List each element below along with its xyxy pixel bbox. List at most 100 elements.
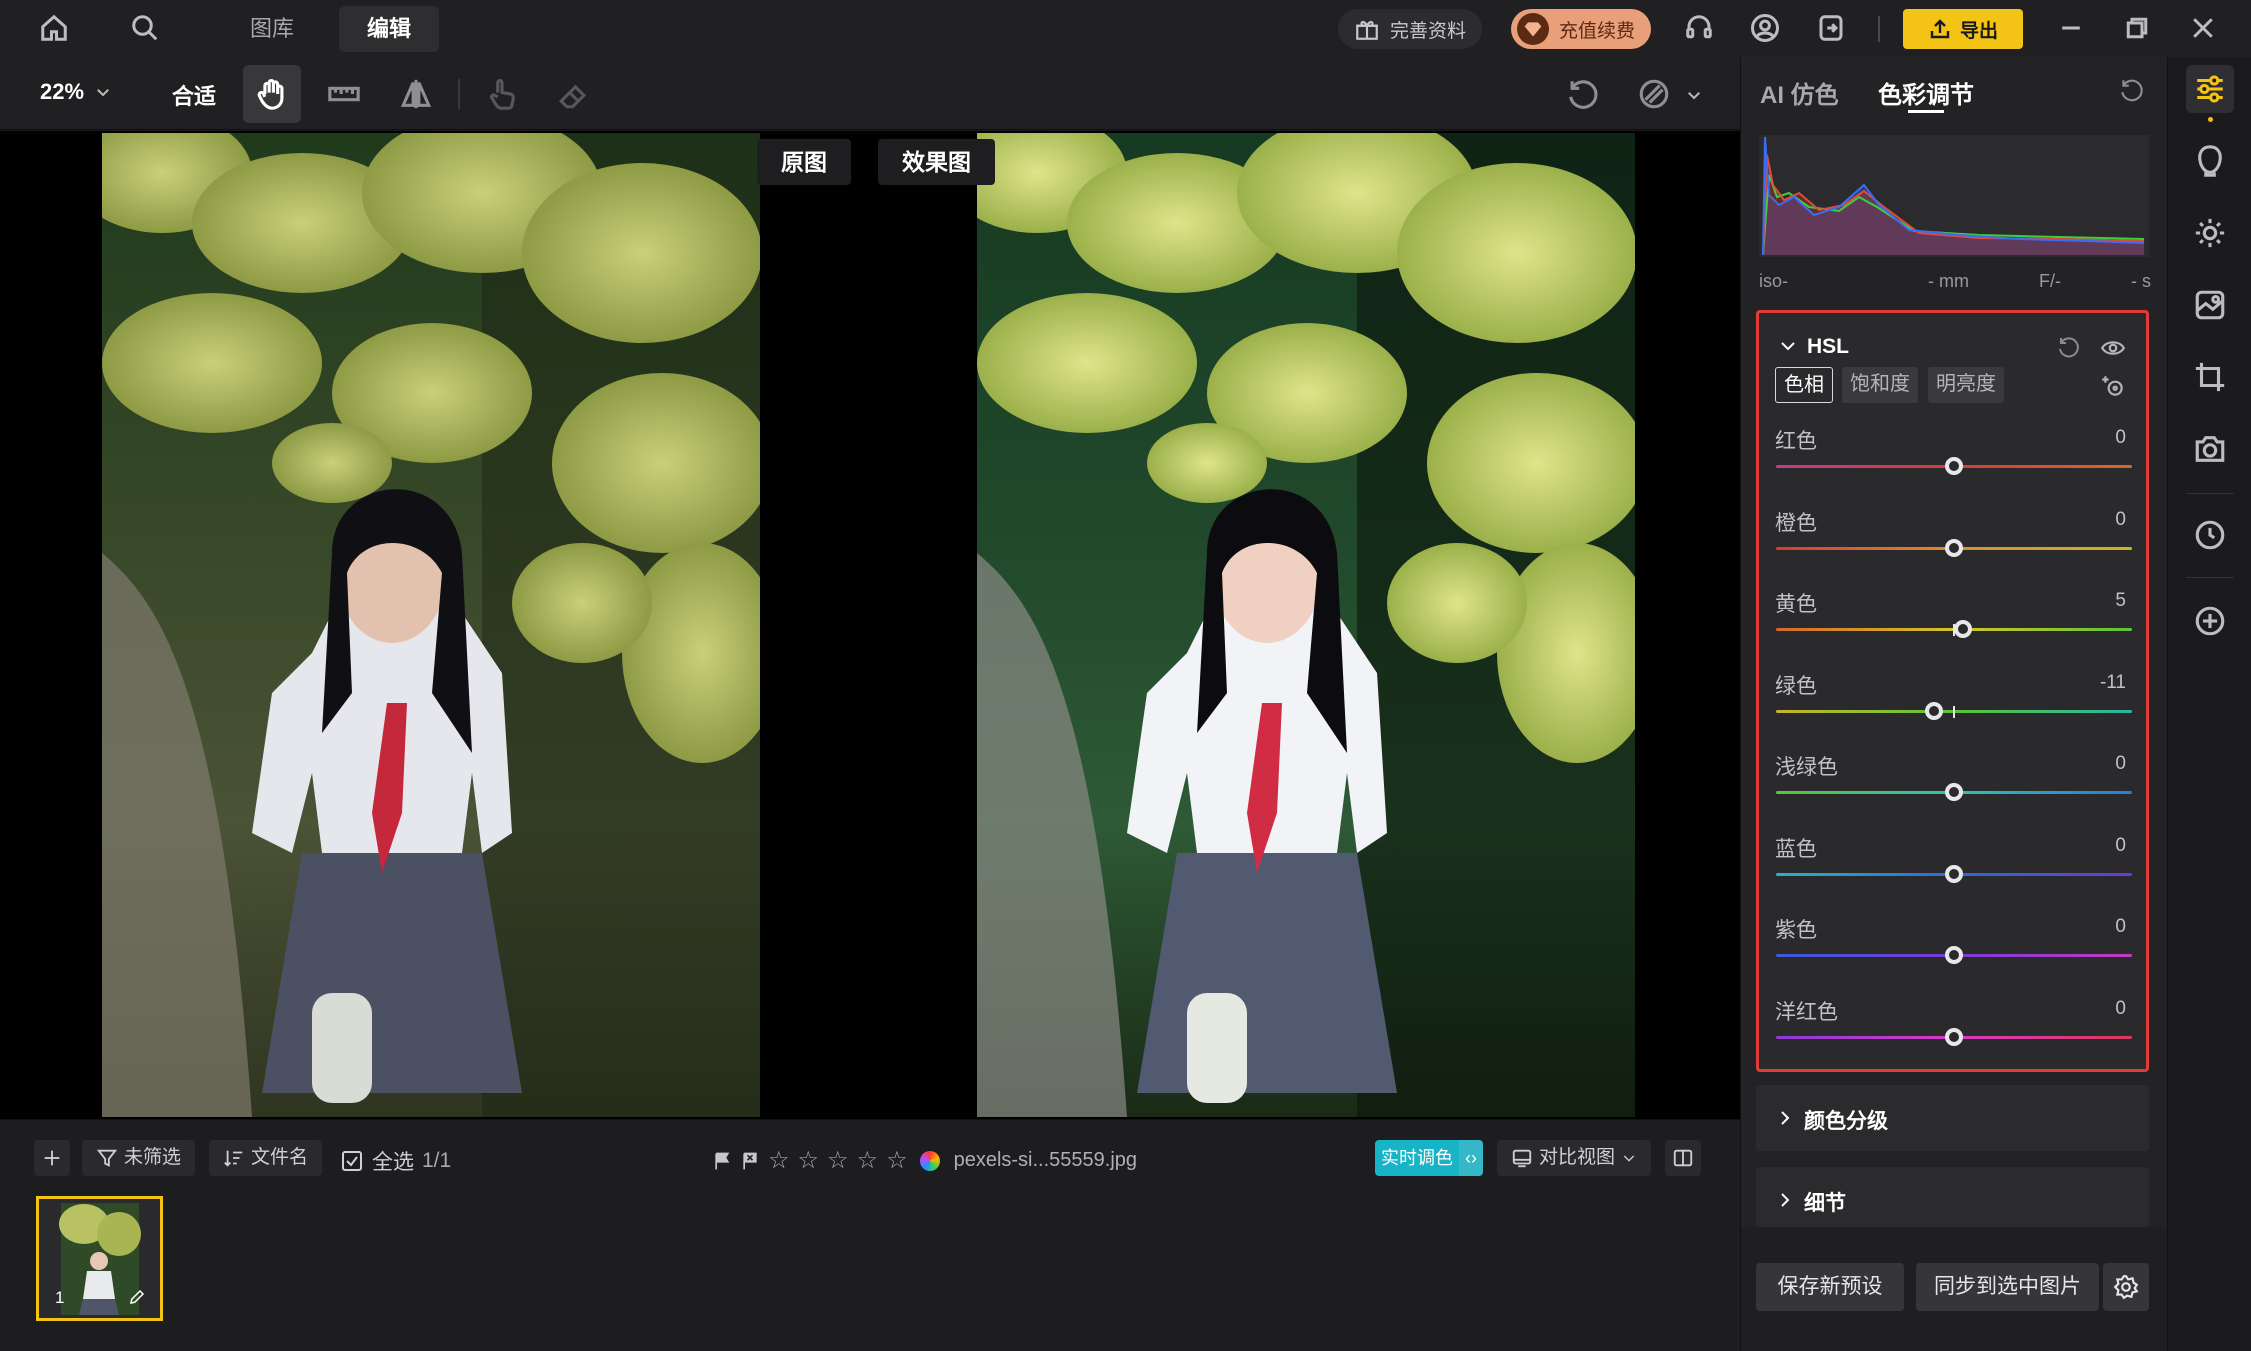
color-adjust-tool[interactable] [2186, 65, 2234, 113]
star-icon[interactable]: ☆ [857, 1146, 879, 1175]
star-icon[interactable]: ☆ [768, 1146, 790, 1175]
sort-button[interactable]: 文件名 [209, 1140, 323, 1176]
target-adjust-icon[interactable] [2100, 373, 2126, 405]
eraser-tool-button[interactable] [545, 65, 603, 123]
image-edit-icon [2195, 290, 2225, 320]
share-icon[interactable] [1813, 10, 1849, 46]
undo-button[interactable] [1553, 65, 1611, 123]
slider-value[interactable]: 0 [2115, 753, 2126, 775]
subtab-saturation[interactable]: 饱和度 [1842, 367, 1918, 403]
select-all-label: 全选 [372, 1151, 414, 1174]
face-icon [2198, 145, 2222, 177]
flag-icon[interactable] [712, 1150, 732, 1172]
star-icon[interactable]: ☆ [798, 1146, 820, 1175]
edit-pencil-icon [130, 1289, 145, 1304]
slider-thumb[interactable] [1945, 783, 1963, 801]
thumbnail[interactable]: 1 [36, 1196, 163, 1321]
slider-value[interactable]: 0 [2115, 916, 2126, 938]
hand-tool-button[interactable] [243, 65, 301, 123]
portrait-tool[interactable] [2186, 137, 2234, 185]
touch-tool-button[interactable] [473, 65, 531, 123]
tab-library[interactable]: 图库 [222, 6, 322, 52]
slider-label: 黄色 [1775, 593, 1817, 616]
settings-button[interactable] [2103, 1263, 2149, 1311]
slider-thumb[interactable] [1945, 457, 1963, 475]
profile-button[interactable]: 完善资料 [1338, 9, 1483, 49]
compare-view-select[interactable]: 对比视图 [1497, 1140, 1652, 1176]
add-button[interactable] [34, 1140, 70, 1176]
star-icon[interactable]: ☆ [827, 1146, 849, 1175]
split-view-button[interactable] [1665, 1140, 1701, 1176]
history-tool[interactable] [2186, 511, 2234, 559]
tab-ai-color[interactable]: AI 仿色 [1760, 75, 1839, 110]
light-tool[interactable] [2186, 209, 2234, 257]
local-adjust-tool[interactable] [2186, 281, 2234, 329]
upload-icon [1928, 17, 1952, 41]
divider [2186, 577, 2234, 578]
slider-thumb[interactable] [1945, 946, 1963, 964]
detail-section[interactable]: 细节 [1756, 1167, 2149, 1227]
filmstrip: 未筛选 文件名 全选 1/1 ☆ ☆ ☆ ☆ ☆ pexels-si...555… [0, 1119, 1740, 1351]
slider-value[interactable]: -11 [2100, 672, 2126, 694]
reset-icon[interactable] [2118, 77, 2144, 109]
slider-value[interactable]: 0 [2115, 998, 2126, 1020]
divider [1878, 16, 1880, 42]
crop-tool[interactable] [2186, 353, 2234, 401]
home-icon[interactable] [36, 10, 72, 46]
eye-icon[interactable] [2100, 335, 2126, 367]
slider-value[interactable]: 5 [2115, 590, 2126, 612]
hsl-reset-icon[interactable] [2056, 335, 2080, 365]
tab-edit[interactable]: 编辑 [339, 6, 440, 52]
plus-circle-icon [2195, 606, 2225, 636]
result-label: 效果图 [878, 139, 995, 185]
adjust-panel: AI 仿色 色彩调节 iso- - mm F/- - s HSL 色相 饱和度 [1740, 57, 2168, 1351]
add-tool[interactable] [2186, 597, 2234, 645]
search-icon[interactable] [127, 10, 163, 46]
select-all-checkbox[interactable]: 全选 1/1 [340, 1146, 451, 1176]
compare-label: 对比视图 [1539, 1147, 1616, 1168]
save-preset-button[interactable]: 保存新预设 [1756, 1263, 1904, 1311]
straighten-tool-button[interactable] [315, 65, 373, 123]
filter-button[interactable]: 未筛选 [82, 1140, 196, 1176]
tab-color-adjust[interactable]: 色彩调节 [1878, 75, 1974, 110]
slider-value[interactable]: 0 [2115, 509, 2126, 531]
slider-thumb[interactable] [1945, 864, 1963, 883]
close-icon[interactable] [2185, 10, 2221, 46]
headset-icon[interactable] [1681, 10, 1717, 46]
exif-iso: iso- [1759, 271, 1789, 291]
color-grading-section[interactable]: 颜色分级 [1756, 1085, 2149, 1151]
star-icon[interactable]: ☆ [886, 1146, 908, 1175]
image-canvas[interactable]: 原图 效果图 [0, 131, 1740, 1119]
sync-button[interactable]: 同步到选中图片 [1916, 1263, 2099, 1311]
mask-button[interactable] [1625, 65, 1683, 123]
user-icon[interactable] [1747, 10, 1783, 46]
export-button[interactable]: 导出 [1903, 9, 2023, 49]
selection-count: 1/1 [422, 1149, 452, 1172]
exif-info: iso- - mm F/- - s [1759, 271, 2151, 292]
slider-thumb[interactable] [1945, 1027, 1963, 1046]
split-icon [1673, 1149, 1693, 1167]
sliders-icon [2197, 75, 2223, 103]
flip-tool-button[interactable] [387, 65, 445, 123]
reject-flag-icon[interactable] [740, 1150, 760, 1172]
vip-button[interactable]: 充值续费 [1511, 9, 1652, 49]
original-label: 原图 [757, 139, 851, 185]
zoom-select[interactable]: 22% [40, 79, 112, 105]
thumbnail-index: 1 [55, 1288, 65, 1307]
slider-thumb[interactable] [1925, 701, 1944, 720]
realtime-toggle[interactable]: 实时调色 ‹› [1375, 1140, 1483, 1176]
subtab-luminance[interactable]: 明亮度 [1928, 367, 2004, 403]
slider-thumb[interactable] [1953, 620, 1972, 638]
minimize-icon[interactable] [2053, 10, 2089, 46]
camera-tool[interactable] [2186, 425, 2234, 473]
fit-button[interactable]: 合适 [172, 79, 216, 111]
slider-thumb[interactable] [1945, 538, 1963, 557]
subtab-hue[interactable]: 色相 [1775, 367, 1833, 403]
color-label-icon[interactable] [919, 1150, 940, 1171]
slider-value[interactable]: 0 [2115, 427, 2126, 449]
slider-value[interactable]: 0 [2115, 835, 2126, 857]
chevron-down-icon[interactable] [1779, 337, 1797, 355]
chevron-down-icon[interactable] [1685, 86, 1703, 110]
slider-label: 橙色 [1775, 511, 1817, 535]
restore-icon[interactable] [2119, 10, 2155, 46]
